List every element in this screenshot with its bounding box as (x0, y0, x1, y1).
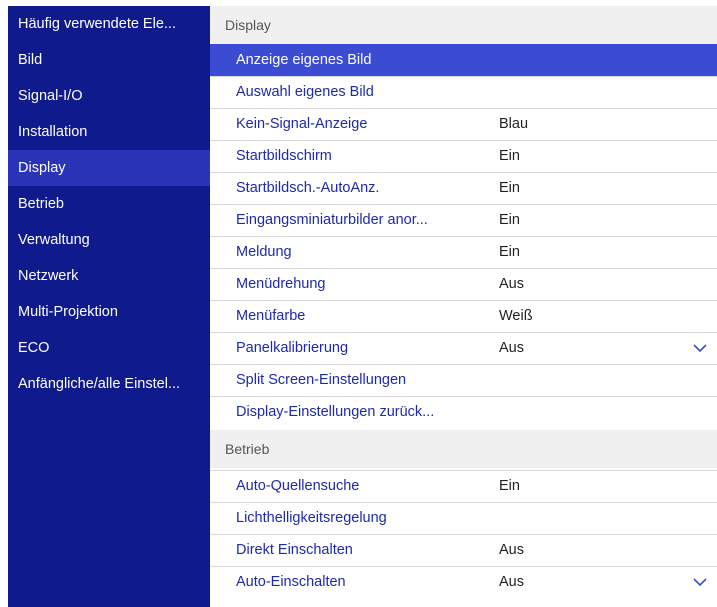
menu-row-kein-signal-anzeige[interactable]: Kein-Signal-Anzeige Blau (210, 108, 717, 140)
row-label: Auto-Einschalten (236, 574, 346, 590)
row-label: Eingangsminiaturbilder anor... (236, 212, 428, 228)
menu-row-auswahl-eigenes-bild[interactable]: Auswahl eigenes Bild (210, 76, 717, 108)
row-label: Meldung (236, 244, 292, 260)
row-label: Split Screen-Einstellungen (236, 372, 407, 388)
sidebar-item-installation[interactable]: Installation (8, 114, 210, 150)
section-header-display: Display (210, 6, 717, 44)
row-label: Startbildschirm (236, 148, 332, 164)
row-value: Weiß (499, 308, 533, 324)
menu-row-display-einstellungen-zurueck[interactable]: Display-Einstellungen zurück... (210, 396, 717, 428)
row-label: Menüdrehung (236, 276, 326, 292)
row-value: Aus (499, 340, 524, 356)
row-value: Ein (499, 244, 520, 260)
menu-row-eingangsminiaturbilder[interactable]: Eingangsminiaturbilder anor... Ein (210, 204, 717, 236)
sidebar-item-multi-projektion[interactable]: Multi-Projektion (8, 294, 210, 330)
menu-row-anzeige-eigenes-bild[interactable]: Anzeige eigenes Bild (210, 44, 717, 76)
sidebar-item-bild[interactable]: Bild (8, 42, 210, 78)
sidebar-item-display[interactable]: Display (8, 150, 210, 186)
row-label: Startbildsch.-AutoAnz. (236, 180, 380, 196)
row-value: Aus (499, 574, 524, 590)
settings-menu: Häufig verwendete Ele... Bild Signal-I/O… (8, 6, 717, 607)
row-value: Aus (499, 276, 524, 292)
sidebar-item-verwaltung[interactable]: Verwaltung (8, 222, 210, 258)
row-label: Anzeige eigenes Bild (236, 52, 372, 68)
row-value: Ein (499, 212, 520, 228)
row-label: Panelkalibrierung (236, 340, 349, 356)
sidebar-item-signal-io[interactable]: Signal-I/O (8, 78, 210, 114)
menu-row-lichthelligkeitsregelung[interactable]: Lichthelligkeitsregelung (210, 502, 717, 534)
menu-row-menuedrehung[interactable]: Menüdrehung Aus (210, 268, 717, 300)
sidebar-item-haeufig[interactable]: Häufig verwendete Ele... (8, 6, 210, 42)
row-label: Display-Einstellungen zurück... (236, 404, 435, 420)
menu-row-meldung[interactable]: Meldung Ein (210, 236, 717, 268)
menu-row-split-screen[interactable]: Split Screen-Einstellungen (210, 364, 717, 396)
row-label: Auswahl eigenes Bild (236, 84, 374, 100)
row-label: Direkt Einschalten (236, 542, 353, 558)
sidebar-item-betrieb[interactable]: Betrieb (8, 186, 210, 222)
menu-row-auto-quellensuche[interactable]: Auto-Quellensuche Ein (210, 470, 717, 502)
menu-row-auto-einschalten[interactable]: Auto-Einschalten Aus (210, 566, 717, 598)
row-value: Blau (499, 116, 529, 132)
section-header-betrieb: Betrieb (210, 430, 717, 468)
menu-row-panelkalibrierung[interactable]: Panelkalibrierung Aus (210, 332, 717, 364)
chevron-down-icon[interactable] (693, 578, 707, 587)
sidebar: Häufig verwendete Ele... Bild Signal-I/O… (8, 6, 210, 607)
chevron-down-icon[interactable] (693, 344, 707, 353)
row-label: Menüfarbe (236, 308, 306, 324)
menu-row-startbildschirm[interactable]: Startbildschirm Ein (210, 140, 717, 172)
menu-row-direkt-einschalten[interactable]: Direkt Einschalten Aus (210, 534, 717, 566)
row-value: Ein (499, 478, 520, 494)
row-label: Lichthelligkeitsregelung (236, 510, 387, 526)
row-value: Aus (499, 542, 524, 558)
row-value: Ein (499, 148, 520, 164)
menu-row-startbildsch-autoanz[interactable]: Startbildsch.-AutoAnz. Ein (210, 172, 717, 204)
sidebar-item-eco[interactable]: ECO (8, 330, 210, 366)
row-label: Auto-Quellensuche (236, 478, 360, 494)
row-value: Ein (499, 180, 520, 196)
sidebar-item-anfaengliche[interactable]: Anfängliche/alle Einstel... (8, 366, 210, 402)
row-label: Kein-Signal-Anzeige (236, 116, 368, 132)
settings-panel: Display Anzeige eigenes Bild Auswahl eig… (210, 6, 717, 607)
sidebar-item-netzwerk[interactable]: Netzwerk (8, 258, 210, 294)
menu-row-menuefarbe[interactable]: Menüfarbe Weiß (210, 300, 717, 332)
